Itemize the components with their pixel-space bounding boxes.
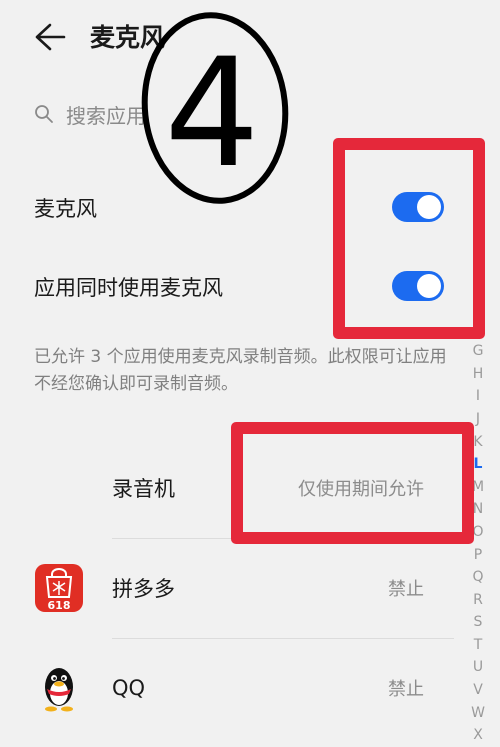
index-letter[interactable]: T xyxy=(474,634,483,657)
back-arrow-icon[interactable] xyxy=(34,22,66,52)
recorder-waveform-icon xyxy=(34,463,84,513)
index-letter[interactable]: I xyxy=(476,385,480,408)
app-item-pinduoduo[interactable]: 618 拼多多 禁止 xyxy=(34,538,454,638)
index-letter[interactable]: L xyxy=(474,453,483,476)
index-letter[interactable]: W xyxy=(471,702,485,725)
index-letter[interactable]: Q xyxy=(472,566,483,589)
highlight-box-status xyxy=(231,422,474,544)
index-letter[interactable]: H xyxy=(473,363,484,386)
highlight-box-toggles xyxy=(333,138,485,339)
index-letter[interactable]: K xyxy=(473,431,482,454)
index-letter[interactable]: N xyxy=(473,498,483,521)
app-name: 录音机 xyxy=(112,477,175,501)
index-letter[interactable]: R xyxy=(473,589,483,612)
handwritten-step-number: 4 xyxy=(141,12,289,204)
qq-penguin-icon xyxy=(34,663,84,713)
permission-description: 已允许 3 个应用使用麦克风录制音频。此权限可让应用不经您确认即可录制音频。 xyxy=(34,347,447,394)
pinduoduo-badge-text: 618 xyxy=(48,599,71,612)
app-name: 拼多多 xyxy=(112,577,175,601)
app-item-qq[interactable]: QQ 禁止 xyxy=(34,638,454,738)
index-letter[interactable]: O xyxy=(472,521,483,544)
index-letter[interactable]: J xyxy=(476,408,480,431)
search-icon xyxy=(35,105,53,123)
index-letter[interactable]: V xyxy=(473,679,483,702)
index-letter[interactable]: P xyxy=(474,544,482,567)
index-letter[interactable]: G xyxy=(473,340,484,363)
microphone-setting-label: 麦克风 xyxy=(34,197,97,221)
app-permission-status: 禁止 xyxy=(388,679,424,700)
index-letter[interactable]: U xyxy=(473,656,483,679)
index-letter[interactable]: X xyxy=(473,724,483,747)
concurrent-mic-setting-label: 应用同时使用麦克风 xyxy=(34,276,223,300)
pinduoduo-icon: 618 xyxy=(34,563,84,613)
index-letter[interactable]: S xyxy=(474,611,483,634)
app-name: QQ xyxy=(112,676,146,700)
app-permission-status: 禁止 xyxy=(388,579,424,600)
step-number-text: 4 xyxy=(164,27,259,201)
